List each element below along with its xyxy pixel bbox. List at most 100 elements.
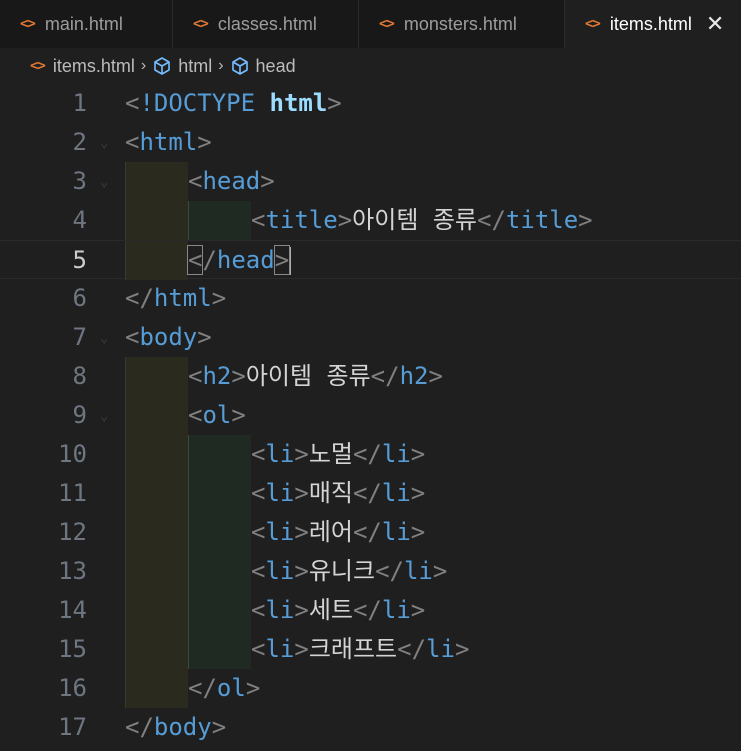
indent-guide [188, 630, 251, 669]
tab-items-html[interactable]: <> items.html ✕ [565, 0, 741, 48]
indent-guide [188, 201, 251, 240]
tab-main-html[interactable]: <> main.html [0, 0, 173, 48]
line-number: 13 [58, 557, 87, 585]
line-text: <li>유니크</li> [251, 557, 448, 585]
line-number: 11 [58, 479, 87, 507]
chevron-right-icon: › [140, 57, 147, 74]
line-text: </html> [125, 284, 227, 312]
line-number: 10 [58, 440, 87, 468]
line-text: <li>매직</li> [251, 479, 426, 507]
indent-guide [125, 357, 188, 396]
indent-guide [125, 435, 188, 474]
line-number: 15 [58, 635, 87, 663]
indent-guide [125, 201, 188, 240]
line-number: 5 [72, 246, 87, 274]
code-line: 3 ⌄ <head> [0, 162, 741, 201]
code-line: 7 ⌄ <body> [0, 318, 741, 357]
code-line: 4 <title>아이템 종류</title> [0, 201, 741, 240]
code-line: 11 <li>매직</li> [0, 474, 741, 513]
element-cube-icon [231, 57, 248, 75]
line-number: 4 [72, 206, 87, 234]
line-text: <html> [125, 128, 212, 156]
line-number: 9 [72, 401, 87, 429]
indent-guide [188, 474, 251, 513]
tab-label: items.html [609, 13, 692, 34]
line-number: 16 [58, 674, 87, 702]
line-text: <li>노멀</li> [251, 440, 426, 468]
html-file-icon: <> [30, 58, 46, 74]
line-text: <head> [188, 167, 275, 195]
breadcrumb-head[interactable]: head [230, 56, 296, 77]
line-text: <ol> [188, 401, 246, 429]
fold-chevron-icon[interactable]: ⌄ [100, 174, 108, 190]
indent-guide [125, 513, 188, 552]
line-text: <li>세트</li> [251, 596, 426, 624]
code-line-active: 5 </head> [0, 240, 741, 280]
indent-guide [125, 241, 188, 280]
line-text: <!DOCTYPE html> [125, 89, 342, 117]
line-text: <body> [125, 323, 212, 351]
code-line: 2 ⌄ <html> [0, 123, 741, 162]
tab-bar: <> main.html <> classes.html <> monsters… [0, 0, 741, 48]
html-file-icon: <> [585, 16, 601, 32]
text-cursor [289, 247, 292, 275]
line-text: <li>레어</li> [251, 518, 426, 546]
tab-label: monsters.html [403, 13, 517, 34]
line-text: <li>크래프트</li> [251, 635, 470, 663]
line-number: 2 [72, 128, 87, 156]
indent-guide [125, 669, 188, 708]
fold-chevron-icon[interactable]: ⌄ [100, 330, 108, 346]
code-line: 1 <!DOCTYPE html> [0, 84, 741, 123]
line-text: </head> [186, 245, 292, 275]
indent-guide [125, 396, 188, 435]
tab-monsters-html[interactable]: <> monsters.html [359, 0, 565, 48]
line-number: 7 [72, 323, 87, 351]
code-line: 12 <li>레어</li> [0, 513, 741, 552]
tab-classes-html[interactable]: <> classes.html [173, 0, 359, 48]
line-number: 14 [58, 596, 87, 624]
line-text: <title>아이템 종류</title> [251, 206, 593, 234]
tab-label: main.html [44, 13, 123, 34]
line-number: 1 [72, 89, 87, 117]
code-line: 6 </html> [0, 279, 741, 318]
close-icon[interactable]: ✕ [706, 11, 724, 37]
line-text: <h2>아이템 종류</h2> [188, 362, 443, 390]
code-line: 15 <li>크래프트</li> [0, 630, 741, 669]
code-line: 16 </ol> [0, 669, 741, 708]
breadcrumb-html[interactable]: html [152, 56, 212, 77]
indent-guide [125, 591, 188, 630]
line-number: 12 [58, 518, 87, 546]
html-file-icon: <> [379, 16, 395, 32]
code-line: 9 ⌄ <ol> [0, 396, 741, 435]
indent-guide [125, 630, 188, 669]
indent-guide [125, 162, 188, 201]
breadcrumb-file[interactable]: <> items.html [30, 56, 135, 77]
indent-guide [188, 591, 251, 630]
breadcrumb: <> items.html › html › head [0, 48, 741, 84]
html-file-icon: <> [20, 16, 36, 32]
indent-guide [188, 435, 251, 474]
fold-chevron-icon[interactable]: ⌄ [100, 408, 108, 424]
indent-guide [188, 513, 251, 552]
indent-guide [125, 474, 188, 513]
chevron-right-icon: › [218, 57, 224, 74]
code-line: 14 <li>세트</li> [0, 591, 741, 630]
line-text: </body> [125, 713, 227, 741]
code-line: 17 </body> [0, 708, 741, 747]
fold-chevron-icon[interactable]: ⌄ [100, 135, 108, 151]
indent-guide [188, 552, 251, 591]
code-line: 8 <h2>아이템 종류</h2> [0, 357, 741, 396]
line-number: 17 [58, 713, 87, 741]
line-number: 8 [72, 362, 87, 390]
html-file-icon: <> [193, 16, 209, 32]
indent-guide [125, 552, 188, 591]
element-cube-icon [154, 57, 171, 75]
code-area[interactable]: 1 <!DOCTYPE html> 2 ⌄ <html> 3 ⌄ <head> … [0, 84, 741, 751]
code-line: 13 <li>유니크</li> [0, 552, 741, 591]
line-text: </ol> [188, 674, 261, 702]
code-editor: <> main.html <> classes.html <> monsters… [0, 0, 741, 751]
code-line: 10 <li>노멀</li> [0, 435, 741, 474]
line-number: 3 [72, 167, 87, 195]
line-number: 6 [72, 284, 87, 312]
tab-label: classes.html [217, 13, 317, 34]
